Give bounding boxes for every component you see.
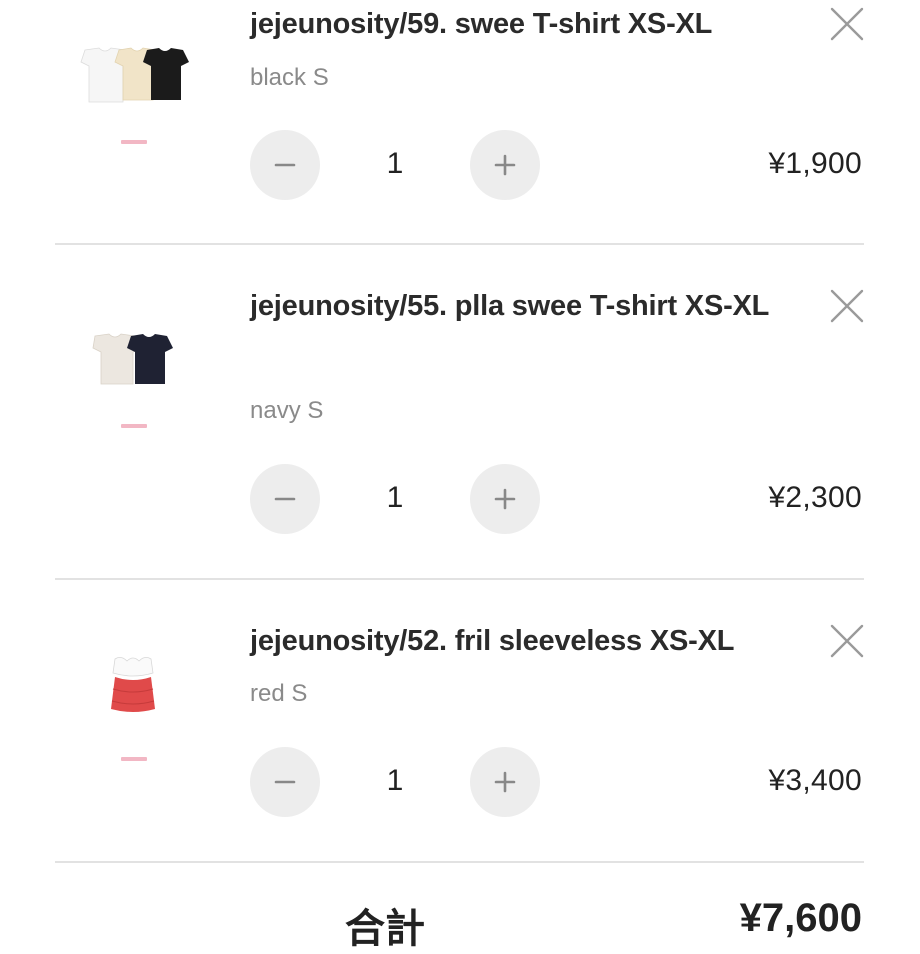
minus-icon: [274, 497, 296, 501]
cart-item: jejeunosity/59. swee T-shirt XS-XL black…: [0, 0, 920, 244]
total-value: ¥7,600: [739, 896, 862, 940]
product-thumbnail[interactable]: [55, 40, 210, 155]
increment-button[interactable]: [470, 464, 540, 534]
quantity-value: 1: [386, 147, 404, 180]
quantity-value: 1: [386, 481, 404, 514]
cart-item: jejeunosity/52. fril sleeveless XS-XL re…: [0, 579, 920, 862]
close-icon: [830, 289, 864, 323]
decrement-button[interactable]: [250, 747, 320, 817]
product-title[interactable]: jejeunosity/59. swee T-shirt XS-XL: [250, 0, 790, 51]
product-title[interactable]: jejeunosity/55. plla swee T-shirt XS-XL: [250, 280, 790, 333]
remove-item-button[interactable]: [828, 5, 866, 43]
sleeveless-image: [111, 657, 155, 761]
cart-item: jejeunosity/55. plla swee T-shirt XS-XL …: [0, 244, 920, 579]
remove-item-button[interactable]: [828, 622, 866, 660]
quantity-value: 1: [386, 764, 404, 797]
plus-icon: [494, 488, 516, 510]
item-price: ¥3,400: [768, 764, 862, 797]
cart-total-row: 合計 ¥7,600: [0, 896, 920, 951]
minus-icon: [274, 163, 296, 167]
close-icon: [830, 7, 864, 41]
product-title[interactable]: jejeunosity/52. fril sleeveless XS-XL: [250, 615, 790, 668]
plus-icon: [494, 154, 516, 176]
plus-icon: [494, 771, 516, 793]
product-variant: red S: [250, 680, 308, 707]
decrement-button[interactable]: [250, 130, 320, 200]
divider: [55, 861, 864, 863]
product-variant: navy S: [250, 397, 324, 424]
decrement-button[interactable]: [250, 464, 320, 534]
product-thumbnail[interactable]: [55, 649, 210, 769]
increment-button[interactable]: [470, 747, 540, 817]
increment-button[interactable]: [470, 130, 540, 200]
item-price: ¥1,900: [768, 147, 862, 180]
remove-item-button[interactable]: [828, 287, 866, 325]
tshirt-image: [92, 333, 173, 428]
item-price: ¥2,300: [768, 481, 862, 514]
product-variant: black S: [250, 64, 329, 91]
product-thumbnail[interactable]: [55, 328, 210, 433]
close-icon: [830, 624, 864, 658]
tshirt-image: [80, 47, 189, 144]
total-label: 合計: [345, 907, 425, 951]
minus-icon: [274, 780, 296, 784]
